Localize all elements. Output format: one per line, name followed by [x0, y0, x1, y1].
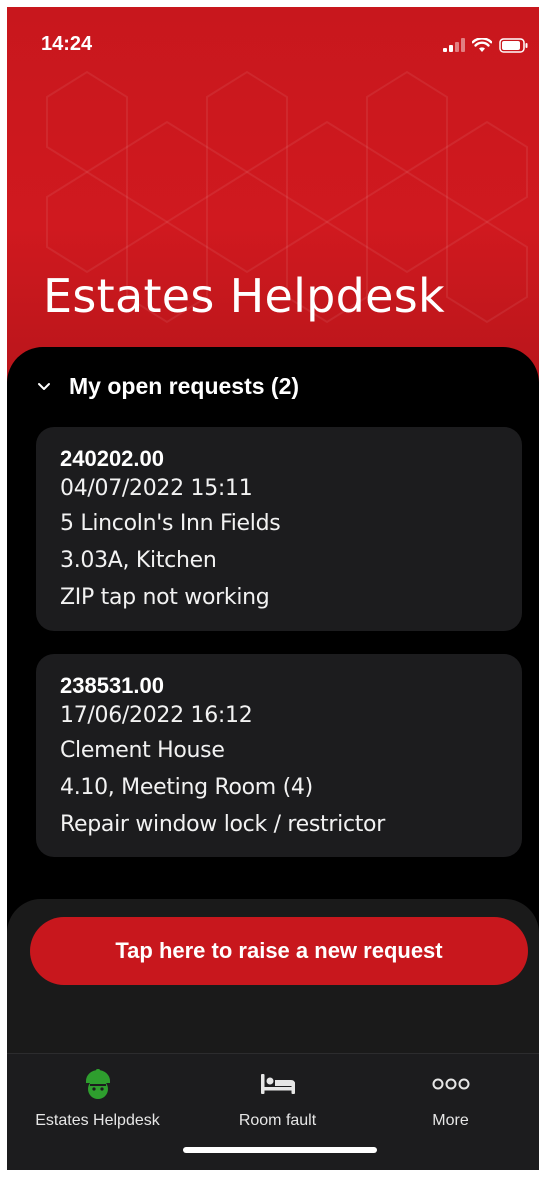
request-room: 4.10, Meeting Room (4)	[60, 775, 313, 800]
request-card[interactable]: 238531.00 17/06/2022 16:12 Clement House…	[36, 654, 522, 857]
request-card[interactable]: 240202.00 04/07/2022 15:11 5 Lincoln's I…	[36, 427, 522, 631]
chevron-down-icon	[38, 382, 50, 390]
request-building: Clement House	[60, 738, 225, 763]
tab-label: Estates Helpdesk	[35, 1112, 160, 1129]
page-title: Estates Helpdesk	[43, 269, 445, 323]
tab-estates-helpdesk[interactable]: Estates Helpdesk	[9, 1054, 186, 1154]
battery-icon	[499, 37, 528, 53]
request-room: 3.03A, Kitchen	[60, 548, 217, 573]
cellular-signal-icon	[443, 38, 465, 52]
hard-hat-worker-icon	[85, 1069, 110, 1099]
status-time: 14:24	[41, 33, 93, 55]
app-screen: 14:24 Estates Helpdesk My open requests …	[7, 7, 539, 1170]
home-indicator[interactable]	[183, 1147, 377, 1153]
more-dots-icon	[432, 1078, 469, 1090]
bed-icon	[260, 1074, 295, 1094]
raise-request-button[interactable]: Tap here to raise a new request	[30, 917, 528, 985]
request-description: Repair window lock / restrictor	[60, 812, 385, 837]
wifi-icon	[472, 37, 492, 52]
tab-room-fault[interactable]: Room fault	[189, 1054, 366, 1154]
request-id: 240202.00	[60, 446, 164, 471]
requests-section-toggle[interactable]: My open requests (2)	[37, 373, 299, 400]
tab-more[interactable]: More	[362, 1054, 539, 1154]
request-datetime: 17/06/2022 16:12	[60, 703, 253, 728]
tab-label: More	[432, 1112, 469, 1129]
status-icons	[443, 37, 529, 53]
request-building: 5 Lincoln's Inn Fields	[60, 511, 281, 536]
tab-label: Room fault	[238, 1112, 317, 1129]
request-id: 238531.00	[60, 673, 164, 698]
request-description: ZIP tap not working	[60, 585, 270, 610]
section-title: My open requests (2)	[69, 373, 300, 399]
request-datetime: 04/07/2022 15:11	[60, 476, 253, 501]
